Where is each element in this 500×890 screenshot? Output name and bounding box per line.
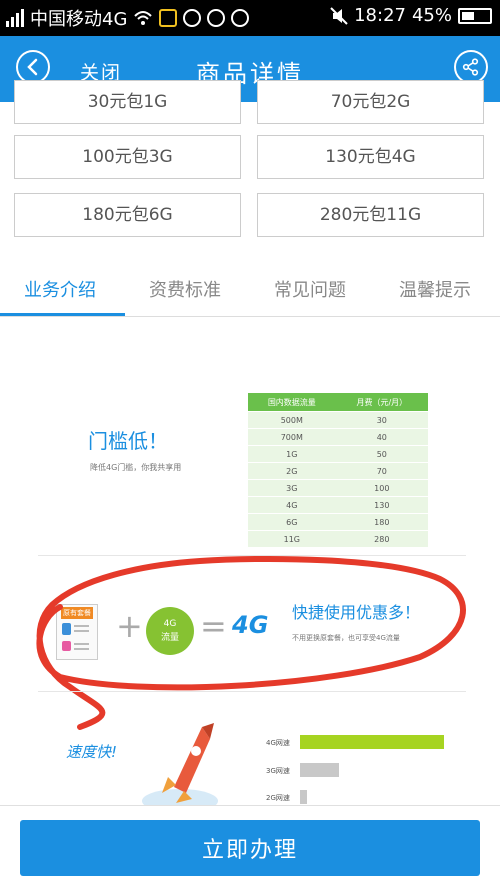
active-tab-indicator <box>0 313 125 316</box>
section-divider <box>38 691 466 692</box>
speed-row-label: 2G网速 <box>266 794 290 802</box>
package-option[interactable]: 100元包3G <box>14 135 241 179</box>
tab-bar: 业务介绍 资费标准 常见问题 温馨提示 <box>0 264 500 317</box>
tab-intro[interactable]: 业务介绍 <box>24 276 96 302</box>
package-option[interactable]: 30元包1G <box>14 80 241 124</box>
red-annotation-circle <box>36 555 466 730</box>
app-notification-icon <box>183 9 202 27</box>
status-bar: 中国移动4G 18:27 45% <box>0 0 500 36</box>
speed-title: 速度快! <box>66 743 118 761</box>
clock: 18:27 <box>354 5 406 26</box>
status-right: 18:27 45% <box>330 5 492 26</box>
tab-pricing[interactable]: 资费标准 <box>149 276 221 302</box>
package-option[interactable]: 280元包11G <box>257 193 484 237</box>
chat-icon <box>207 9 226 27</box>
signal-icon <box>6 9 24 27</box>
battery-icon <box>458 7 492 24</box>
footer-bar: 立即办理 <box>0 805 500 890</box>
tab-faq[interactable]: 常见问题 <box>274 276 346 302</box>
package-option[interactable]: 180元包6G <box>14 193 241 237</box>
status-left: 中国移动4G <box>6 5 250 31</box>
speed-bar-2g <box>300 790 307 804</box>
package-grid: 30元包1G 70元包2G 100元包3G 130元包4G 180元包6G 28… <box>0 80 500 262</box>
speed-bar-4g <box>300 735 444 749</box>
speed-row-label: 4G网速 <box>266 739 290 747</box>
package-option[interactable]: 70元包2G <box>257 80 484 124</box>
wifi-icon <box>134 11 153 25</box>
rocket-icon <box>142 723 218 805</box>
share-icon <box>462 58 479 76</box>
package-option[interactable]: 130元包4G <box>257 135 484 179</box>
battery-percent: 45% <box>411 5 452 26</box>
vpn-lock-icon <box>159 9 178 27</box>
apply-now-button[interactable]: 立即办理 <box>20 820 480 876</box>
speed-row-label: 3G网速 <box>266 767 290 775</box>
carrier-label: 中国移动4G <box>30 9 128 30</box>
message-icon <box>231 9 250 27</box>
share-button[interactable] <box>454 50 488 84</box>
intro-content[interactable]: 门槛低！ 降低4G门槛，你我共享用 国内数据流量 月费（元/月） 500M 30 … <box>0 317 500 805</box>
tab-tips[interactable]: 温馨提示 <box>399 276 471 302</box>
speed-bar-3g <box>300 763 339 777</box>
mute-icon <box>330 6 348 25</box>
